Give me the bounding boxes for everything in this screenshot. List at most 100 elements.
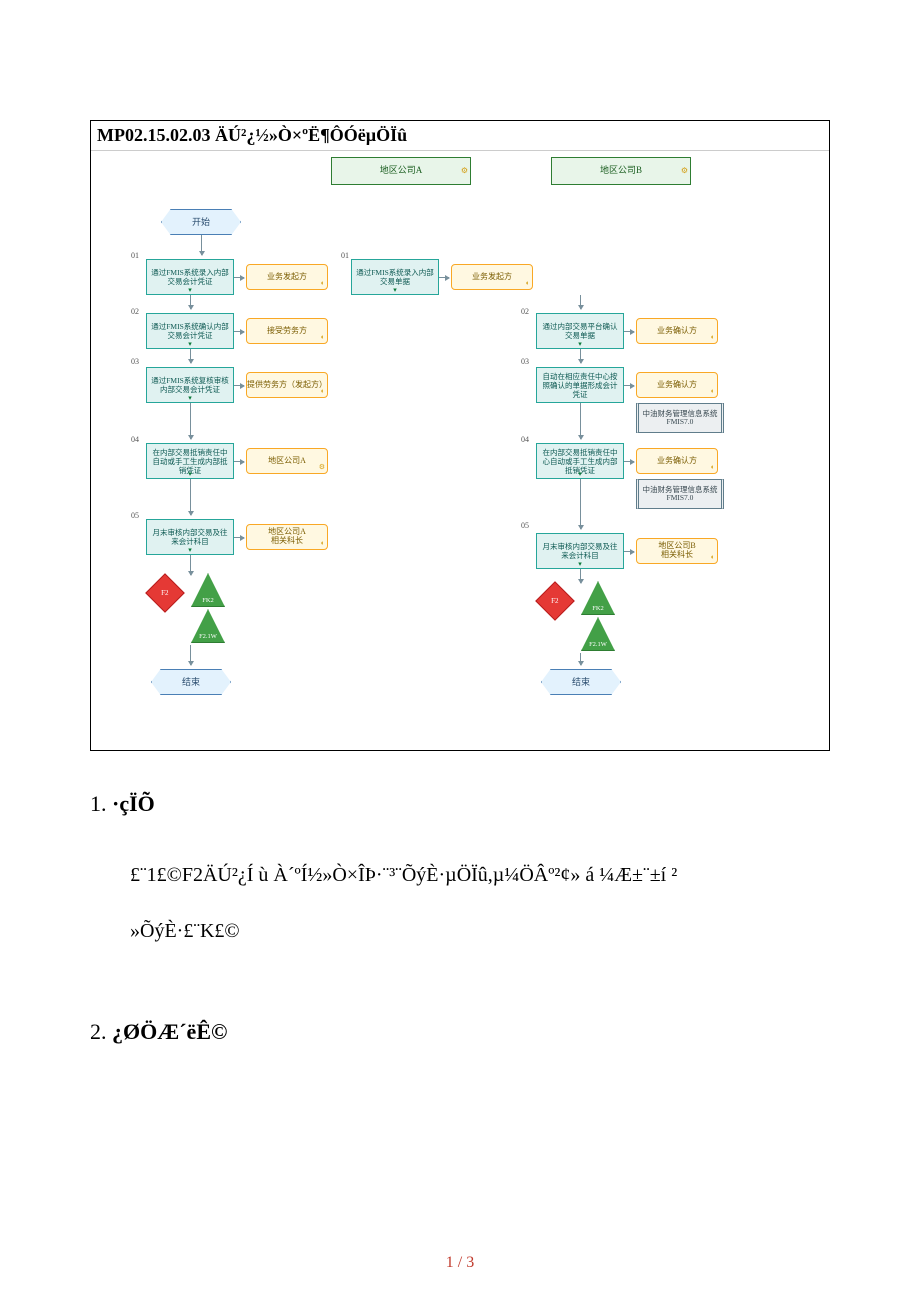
flow-arrow	[234, 277, 244, 278]
task-mark-icon: ▾	[578, 470, 582, 478]
system-03-right: 中油财务管理信息系统 FMIS7.0	[636, 403, 724, 433]
role-icon: ◐	[711, 464, 715, 472]
risk-fk2-left-text: FK2	[202, 597, 214, 606]
end-node-right: 结束	[541, 669, 621, 695]
task-04-right: 在内部交易抵销责任中心自动或手工生成内部抵销凭证▾	[536, 443, 624, 479]
role-04-left-text: 地区公司A	[268, 457, 306, 466]
flow-arrow	[201, 235, 202, 255]
task-mark-icon: ▾	[578, 560, 582, 568]
role-icon: ◐	[321, 280, 325, 288]
step-num: 01	[341, 251, 349, 260]
role-icon: ◐	[321, 334, 325, 342]
task-02-right: 通过内部交易平台确认交易单据▾	[536, 313, 624, 349]
task-03-left-text: 通过FMIS系统复核审核内部交易会计凭证	[149, 376, 231, 394]
flow-arrow	[580, 349, 581, 363]
diagram-title: MP02.15.02.03 ÄÚ²¿½»Ò×ºË¶ÔÓëµÖÏû	[91, 121, 829, 150]
role-04-left: 地区公司A⚙	[246, 448, 328, 474]
task-05-left: 月末审核内部交易及往来会计科目▾	[146, 519, 234, 555]
section-1-heading: 1. ·çÏÕ	[90, 791, 830, 817]
flow-arrow	[234, 461, 244, 462]
task-mark-icon: ▾	[188, 470, 192, 478]
task-04-left: 在内部交易抵销责任中自动或手工生成内部抵销凭证▾	[146, 443, 234, 479]
flow-arrow	[580, 479, 581, 529]
document-page: MP02.15.02.03 ÄÚ²¿½»Ò×ºË¶ÔÓëµÖÏû 地区公司A ⚙…	[0, 0, 920, 1302]
role-01a: 业务发起方 ◐	[246, 264, 328, 290]
role-02-right-text: 业务确认方	[657, 327, 697, 336]
section-1-line1: £¨1£©F2ÄÚ²¿Í ù À´ºÍ½»Ò×ÎÞ·¨³¨ÕýÈ·µÖÏû,µ¼…	[130, 847, 830, 903]
role-03-right: 业务确认方◐	[636, 372, 718, 398]
role-02-right: 业务确认方 ◐	[636, 318, 718, 344]
role-icon: ◐	[321, 388, 325, 396]
role-icon: ◐	[321, 540, 325, 548]
task-mark-icon: ▾	[188, 546, 192, 554]
risk-f21w-right: F2.1W	[581, 617, 615, 651]
diagram-body: 地区公司A ⚙ 地区公司B ⚙ 开始 01 通过FMIS系统录入内部交易会计凭证…	[91, 150, 829, 750]
role-02-left-text: 接受劳务方	[267, 327, 307, 336]
task-02-left-text: 通过FMIS系统确认内部交易会计凭证	[149, 322, 231, 340]
role-01b-text: 业务发起方	[472, 273, 512, 282]
step-num: 04	[521, 435, 529, 444]
page-number: 1 / 3	[0, 1254, 920, 1272]
flow-arrow	[190, 295, 191, 309]
step-num: 01	[131, 251, 139, 260]
task-02-right-text: 通过内部交易平台确认交易单据	[539, 322, 621, 340]
flow-arrow	[190, 403, 191, 439]
lane-b-label: 地区公司B	[600, 165, 642, 175]
start-node: 开始	[161, 209, 241, 235]
risk-f21w-left: F2.1W	[191, 609, 225, 643]
task-01a: 通过FMIS系统录入内部交易会计凭证▾	[146, 259, 234, 295]
end-node-left: 结束	[151, 669, 231, 695]
flow-arrow	[624, 331, 634, 332]
risk-f2-left: F2	[145, 573, 185, 613]
task-mark-icon: ▾	[188, 394, 192, 402]
task-01b: 通过FMIS系统录入内部交易单据▾	[351, 259, 439, 295]
flow-arrow	[580, 403, 581, 439]
section-1-number: 1.	[90, 791, 107, 816]
org-icon: ⚙	[681, 159, 688, 183]
flow-arrow	[234, 331, 244, 332]
system-04-right: 中油财务管理信息系统 FMIS7.0	[636, 479, 724, 509]
role-04-right-text: 业务确认方	[657, 457, 697, 466]
section-1-body: £¨1£©F2ÄÚ²¿Í ù À´ºÍ½»Ò×ÎÞ·¨³¨ÕýÈ·µÖÏû,µ¼…	[130, 847, 830, 959]
task-05-right: 月末审核内部交易及往来会计科目▾	[536, 533, 624, 569]
task-05-left-text: 月末审核内部交易及往来会计科目	[149, 528, 231, 546]
role-05-left: 地区公司A 相关科长 ◐	[246, 524, 328, 550]
task-03-right: 自动在相应责任中心按照确认的单据形成会计凭证	[536, 367, 624, 403]
flow-arrow	[580, 295, 581, 309]
risk-fk2-right: FK2	[581, 581, 615, 615]
step-num: 03	[521, 357, 529, 366]
role-icon: ◐	[711, 334, 715, 342]
task-01b-text: 通过FMIS系统录入内部交易单据	[354, 268, 436, 286]
flow-arrow	[580, 569, 581, 583]
role-icon: ◐	[711, 388, 715, 396]
role-icon: ◐	[711, 554, 715, 562]
task-mark-icon: ▾	[188, 286, 192, 294]
flow-arrow	[190, 349, 191, 363]
task-03-right-text: 自动在相应责任中心按照确认的单据形成会计凭证	[539, 372, 621, 399]
section-2-number: 2.	[90, 1019, 107, 1044]
lane-header-a: 地区公司A ⚙	[331, 157, 471, 185]
role-01a-text: 业务发起方	[267, 273, 307, 282]
flow-arrow	[234, 385, 244, 386]
section-1-title: ·çÏÕ	[112, 791, 155, 816]
system-03-right-text: 中油财务管理信息系统 FMIS7.0	[643, 410, 718, 427]
flow-arrow	[624, 385, 634, 386]
task-03-left: 通过FMIS系统复核审核内部交易会计凭证▾	[146, 367, 234, 403]
risk-fk2-left: FK2	[191, 573, 225, 607]
step-num: 02	[521, 307, 529, 316]
step-num: 05	[521, 521, 529, 530]
step-num: 02	[131, 307, 139, 316]
role-04-right: 业务确认方 ◐	[636, 448, 718, 474]
step-num: 04	[131, 435, 139, 444]
task-02-left: 通过FMIS系统确认内部交易会计凭证▾	[146, 313, 234, 349]
org-icon: ⚙	[461, 159, 468, 183]
section-1-line2: »ÕýÈ·£¨K£©	[130, 903, 830, 959]
flow-arrow	[624, 461, 634, 462]
role-05-right: 地区公司B 相关科长◐	[636, 538, 718, 564]
flow-arrow	[439, 277, 449, 278]
step-num: 03	[131, 357, 139, 366]
flow-arrow	[190, 479, 191, 515]
risk-f2-left-text: F2	[161, 589, 168, 597]
role-05-left-text: 地区公司A 相关科长	[268, 528, 306, 546]
risk-fk2-right-text: FK2	[592, 605, 604, 614]
